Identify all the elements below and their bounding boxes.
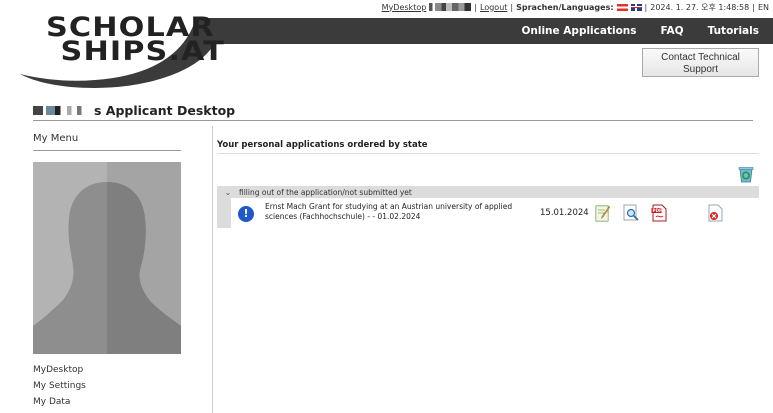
avatar-silhouette-icon <box>33 162 181 354</box>
section-title: Your personal applications ordered by st… <box>217 140 759 154</box>
page-title: s Applicant Desktop <box>33 100 753 121</box>
languages-label: Sprachen/Languages: <box>516 2 614 12</box>
recycle-bin-icon[interactable] <box>737 165 755 183</box>
logo-line-2: SHIPS.AT <box>60 36 225 67</box>
flag-uk-icon[interactable] <box>630 3 642 11</box>
flag-austria-icon[interactable] <box>616 3 628 11</box>
nav-tutorials[interactable]: Tutorials <box>708 25 759 37</box>
support-button-line-1: Contact Technical <box>661 51 740 63</box>
state-group-header[interactable]: ⌄ filling out of the application/not sub… <box>217 186 759 198</box>
redacted-name <box>33 105 88 115</box>
nav-online-applications[interactable]: Online Applications <box>521 25 636 37</box>
delete-icon[interactable] <box>707 204 724 222</box>
application-date: 15.01.2024 <box>540 208 589 218</box>
application-row: ! Ernst Mach Grant for studying at an Au… <box>217 198 759 228</box>
top-utility-bar: MyDesktop | Logout | Sprachen/Languages:… <box>381 2 769 12</box>
chevron-down-icon[interactable]: ⌄ <box>217 188 239 197</box>
sidebar-item-my-data[interactable]: My Data <box>33 394 86 410</box>
pdf-icon[interactable]: PDF <box>651 204 668 222</box>
view-icon[interactable] <box>623 204 640 222</box>
sidebar: My Menu MyDesktop My Settings My Data <box>33 128 213 413</box>
avatar <box>33 162 181 354</box>
site-logo[interactable]: SCHOLAR SHIPS.AT <box>46 14 225 67</box>
warning-icon: ! <box>238 206 254 222</box>
state-group-label: filling out of the application/not submi… <box>239 187 412 197</box>
logout-link[interactable]: Logout <box>480 3 507 12</box>
current-datetime: 2024. 1. 27. 오후 1:48:58 <box>650 2 750 12</box>
support-button-line-2: Support <box>682 63 719 75</box>
my-menu-title: My Menu <box>33 128 181 151</box>
sidebar-divider <box>212 126 213 413</box>
language-code: EN <box>757 2 769 12</box>
sidebar-links: MyDesktop My Settings My Data <box>33 362 86 410</box>
mydesktop-link[interactable]: MyDesktop <box>382 3 427 12</box>
contact-support-button[interactable]: Contact Technical Support <box>642 48 759 77</box>
row-gutter <box>217 198 231 228</box>
application-title[interactable]: Ernst Mach Grant for studying at an Aust… <box>265 202 535 221</box>
nav-faq[interactable]: FAQ <box>661 25 684 37</box>
edit-icon[interactable] <box>595 204 612 222</box>
main-nav: Online Applications FAQ Tutorials <box>521 18 759 44</box>
sidebar-item-my-settings[interactable]: My Settings <box>33 378 86 394</box>
svg-text:PDF: PDF <box>653 208 663 213</box>
sidebar-item-mydesktop[interactable]: MyDesktop <box>33 362 86 378</box>
redacted-username <box>429 3 472 11</box>
page-title-text: s Applicant Desktop <box>94 102 236 118</box>
